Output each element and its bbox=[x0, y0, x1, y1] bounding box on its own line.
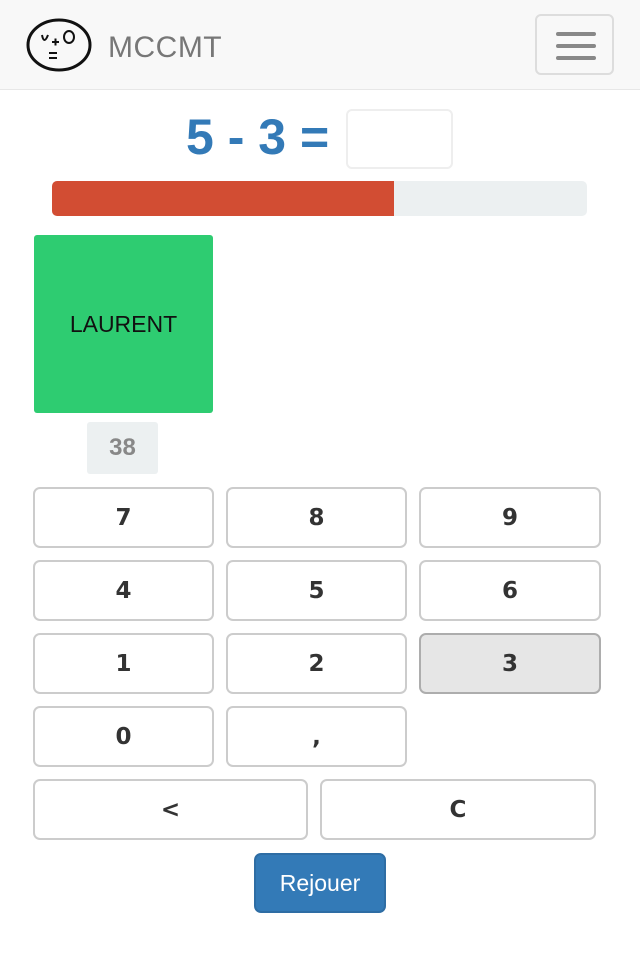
hamburger-icon bbox=[556, 44, 596, 48]
answer-input[interactable] bbox=[346, 109, 453, 169]
progress-fill bbox=[52, 181, 395, 216]
key-7[interactable]: 7 bbox=[33, 487, 214, 548]
key-0[interactable]: 0 bbox=[33, 706, 214, 767]
brand-name[interactable]: MCCMT bbox=[108, 30, 222, 66]
equals-sign: = bbox=[300, 109, 330, 165]
hamburger-icon bbox=[556, 56, 596, 60]
key-8[interactable]: 8 bbox=[226, 487, 407, 548]
progress-bar bbox=[52, 181, 587, 216]
player-name: LAURENT bbox=[69, 310, 178, 337]
operator: - bbox=[227, 109, 245, 165]
menu-toggle-button[interactable] bbox=[535, 14, 614, 75]
score-badge: 38 bbox=[87, 422, 158, 474]
backspace-button[interactable]: < bbox=[33, 779, 308, 840]
key-1[interactable]: 1 bbox=[33, 633, 214, 694]
navbar: MCCMT bbox=[0, 0, 640, 90]
key-3[interactable]: 3 bbox=[419, 633, 601, 694]
key-4[interactable]: 4 bbox=[33, 560, 214, 621]
brand-logo-icon[interactable] bbox=[25, 17, 93, 73]
player-card[interactable]: LAURENT bbox=[34, 235, 213, 413]
hamburger-icon bbox=[556, 32, 596, 36]
operand-a: 5 bbox=[186, 109, 214, 165]
key-2[interactable]: 2 bbox=[226, 633, 407, 694]
key-9[interactable]: 9 bbox=[419, 487, 601, 548]
clear-button[interactable]: C bbox=[320, 779, 596, 840]
key-6[interactable]: 6 bbox=[419, 560, 601, 621]
operand-b: 3 bbox=[258, 109, 287, 165]
equation: 5 - 3 = bbox=[186, 104, 329, 170]
key-comma[interactable]: , bbox=[226, 706, 407, 767]
key-5[interactable]: 5 bbox=[226, 560, 407, 621]
replay-button[interactable]: Rejouer bbox=[254, 853, 386, 913]
